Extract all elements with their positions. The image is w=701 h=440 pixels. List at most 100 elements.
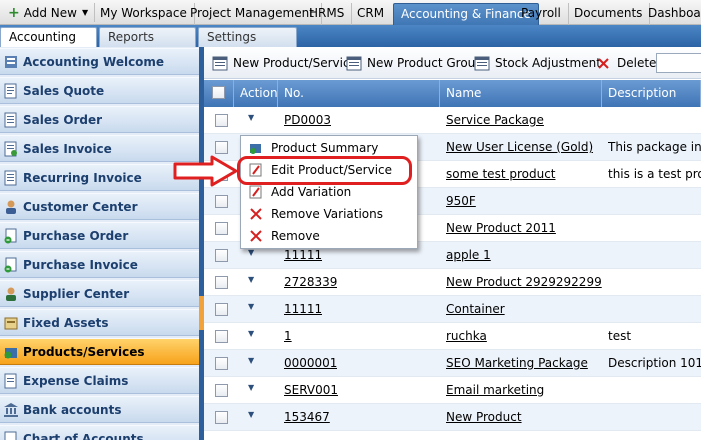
row-checkbox[interactable] [215, 114, 228, 127]
product-number[interactable]: 1 [284, 323, 292, 350]
purchase-order-icon [3, 228, 19, 244]
new-product-group-button[interactable]: New Product Group [346, 54, 483, 72]
product-number[interactable]: 2728339 [284, 269, 337, 296]
row-checkbox[interactable] [215, 303, 228, 316]
delete-icon [596, 56, 612, 71]
book-icon [3, 54, 19, 70]
supplier-icon [3, 286, 19, 302]
row-checkbox[interactable] [215, 330, 228, 343]
select-all-checkbox[interactable] [212, 86, 225, 99]
sidebar-item-expense-claims[interactable]: Expense Claims [0, 367, 199, 394]
sidebar-item-chart-of-accounts[interactable]: Chart of Accounts [0, 425, 199, 440]
header-select-all[interactable] [204, 80, 234, 107]
add-new-button[interactable]: + Add New ▼ [4, 3, 96, 22]
row-checkbox[interactable] [215, 222, 228, 235]
product-description: This package includ [608, 140, 701, 154]
table-row[interactable]: ▼ 0000001 SEO Marketing Package Descript… [204, 350, 701, 377]
table-row[interactable]: ▼ 1 ruchka test [204, 323, 701, 350]
menu-item-label: Product Summary [271, 141, 379, 155]
product-description [608, 269, 701, 296]
row-checkbox[interactable] [215, 276, 228, 289]
nav-tab-hrms[interactable]: HRMS [302, 3, 353, 25]
table-row[interactable]: ▼ 11111 Container [204, 296, 701, 323]
nav-tab-my-workspace[interactable]: My Workspace [93, 3, 195, 25]
nav-tab-payroll[interactable]: Payroll [514, 3, 569, 25]
product-number[interactable]: 0000001 [284, 350, 337, 377]
table-row[interactable]: ▼ PD0003 Service Package [204, 107, 701, 134]
column-header-action[interactable]: Action [234, 80, 278, 107]
sidebar-item-label: Purchase Order [23, 228, 129, 243]
row-action-dropdown-icon[interactable]: ▼ [248, 329, 254, 338]
column-header-no[interactable]: No. [278, 80, 440, 107]
menu-item-remove-variations[interactable]: Remove Variations [241, 203, 417, 225]
sidebar-item-accounting-welcome[interactable]: Accounting Welcome [0, 48, 199, 75]
sidebar-item-fixed-assets[interactable]: Fixed Assets [0, 309, 199, 336]
nav-tab-dashboard[interactable]: Dashboard [641, 3, 701, 25]
sidebar-item-recurring-invoice[interactable]: Recurring Invoice [0, 164, 199, 191]
sidebar-item-sales-invoice[interactable]: Sales Invoice [0, 135, 199, 162]
row-checkbox[interactable] [215, 249, 228, 262]
row-checkbox[interactable] [215, 141, 228, 154]
row-checkbox[interactable] [215, 195, 228, 208]
row-action-dropdown-icon[interactable]: ▼ [248, 383, 254, 392]
row-action-dropdown-icon[interactable]: ▼ [248, 248, 254, 257]
product-name[interactable]: 950F [446, 188, 476, 215]
table-row[interactable]: ▼ 2728339 New Product 2929292299 [204, 269, 701, 296]
column-header-name[interactable]: Name [440, 80, 602, 107]
add-new-label: Add New [23, 5, 77, 20]
product-name[interactable]: Service Package [446, 107, 544, 134]
product-number[interactable]: PD0003 [284, 107, 331, 134]
sidebar-item-sales-quote[interactable]: Sales Quote [0, 77, 199, 104]
row-checkbox[interactable] [215, 357, 228, 370]
table-row[interactable]: ▼ 153467 New Product [204, 404, 701, 431]
search-input[interactable] [656, 53, 701, 73]
sidebar-item-sales-order[interactable]: Sales Order [0, 106, 199, 133]
column-header-description[interactable]: Description [602, 80, 701, 107]
product-name[interactable]: ruchka [446, 323, 487, 350]
product-name[interactable]: New Product 2929292299 [446, 269, 602, 296]
nav-tab-documents[interactable]: Documents [567, 3, 651, 25]
row-checkbox[interactable] [215, 384, 228, 397]
product-name[interactable]: New Product [446, 404, 522, 431]
product-number[interactable]: 11111 [284, 296, 322, 323]
product-description: Description 101 [608, 356, 701, 370]
nav-tab-crm[interactable]: CRM [350, 3, 391, 25]
menu-item-label: Remove Variations [271, 207, 384, 221]
new-product-service-button[interactable]: New Product/Service [212, 54, 357, 72]
row-action-dropdown-icon[interactable]: ▼ [248, 410, 254, 419]
product-name[interactable]: Email marketing [446, 377, 544, 404]
delete-button[interactable]: Delete [596, 54, 656, 72]
tab-accounting[interactable]: Accounting [0, 27, 97, 47]
row-action-dropdown-icon[interactable]: ▼ [248, 113, 254, 122]
tab-reports[interactable]: Reports [99, 27, 196, 47]
chart-of-accounts-icon [3, 431, 19, 440]
sidebar-item-purchase-order[interactable]: Purchase Order [0, 222, 199, 249]
row-action-dropdown-icon[interactable]: ▼ [248, 275, 254, 284]
sidebar-item-label: Sales Order [23, 112, 103, 127]
product-name[interactable]: New Product 2011 [446, 215, 556, 242]
sidebar-item-customer-center[interactable]: Customer Center [0, 193, 199, 220]
sidebar-item-label: Purchase Invoice [23, 257, 138, 272]
toolbar: New Product/Service New Product Group St… [204, 47, 701, 79]
stock-adjustment-button[interactable]: Stock Adjustment [474, 54, 601, 72]
sidebar-item-products-services[interactable]: Products/Services [0, 338, 199, 365]
product-name[interactable]: Container [446, 296, 505, 323]
row-action-dropdown-icon[interactable]: ▼ [248, 302, 254, 311]
sidebar-item-label: Expense Claims [23, 373, 129, 388]
product-name[interactable]: some test product [446, 161, 556, 188]
product-description: test [608, 329, 632, 343]
sidebar-item-bank-accounts[interactable]: Bank accounts [0, 396, 199, 423]
product-number[interactable]: 153467 [284, 404, 330, 431]
customer-icon [3, 199, 19, 215]
tab-settings[interactable]: Settings [198, 27, 297, 47]
sidebar-item-supplier-center[interactable]: Supplier Center [0, 280, 199, 307]
product-name[interactable]: New User License (Gold) [446, 134, 593, 161]
table-row[interactable]: ▼ SERV001 Email marketing [204, 377, 701, 404]
product-number[interactable]: SERV001 [284, 377, 338, 404]
product-name[interactable]: SEO Marketing Package [446, 350, 588, 377]
product-name[interactable]: apple 1 [446, 242, 491, 269]
row-checkbox[interactable] [215, 411, 228, 424]
sidebar-item-purchase-invoice[interactable]: Purchase Invoice [0, 251, 199, 278]
row-action-dropdown-icon[interactable]: ▼ [248, 356, 254, 365]
menu-item-remove[interactable]: Remove [241, 225, 417, 247]
